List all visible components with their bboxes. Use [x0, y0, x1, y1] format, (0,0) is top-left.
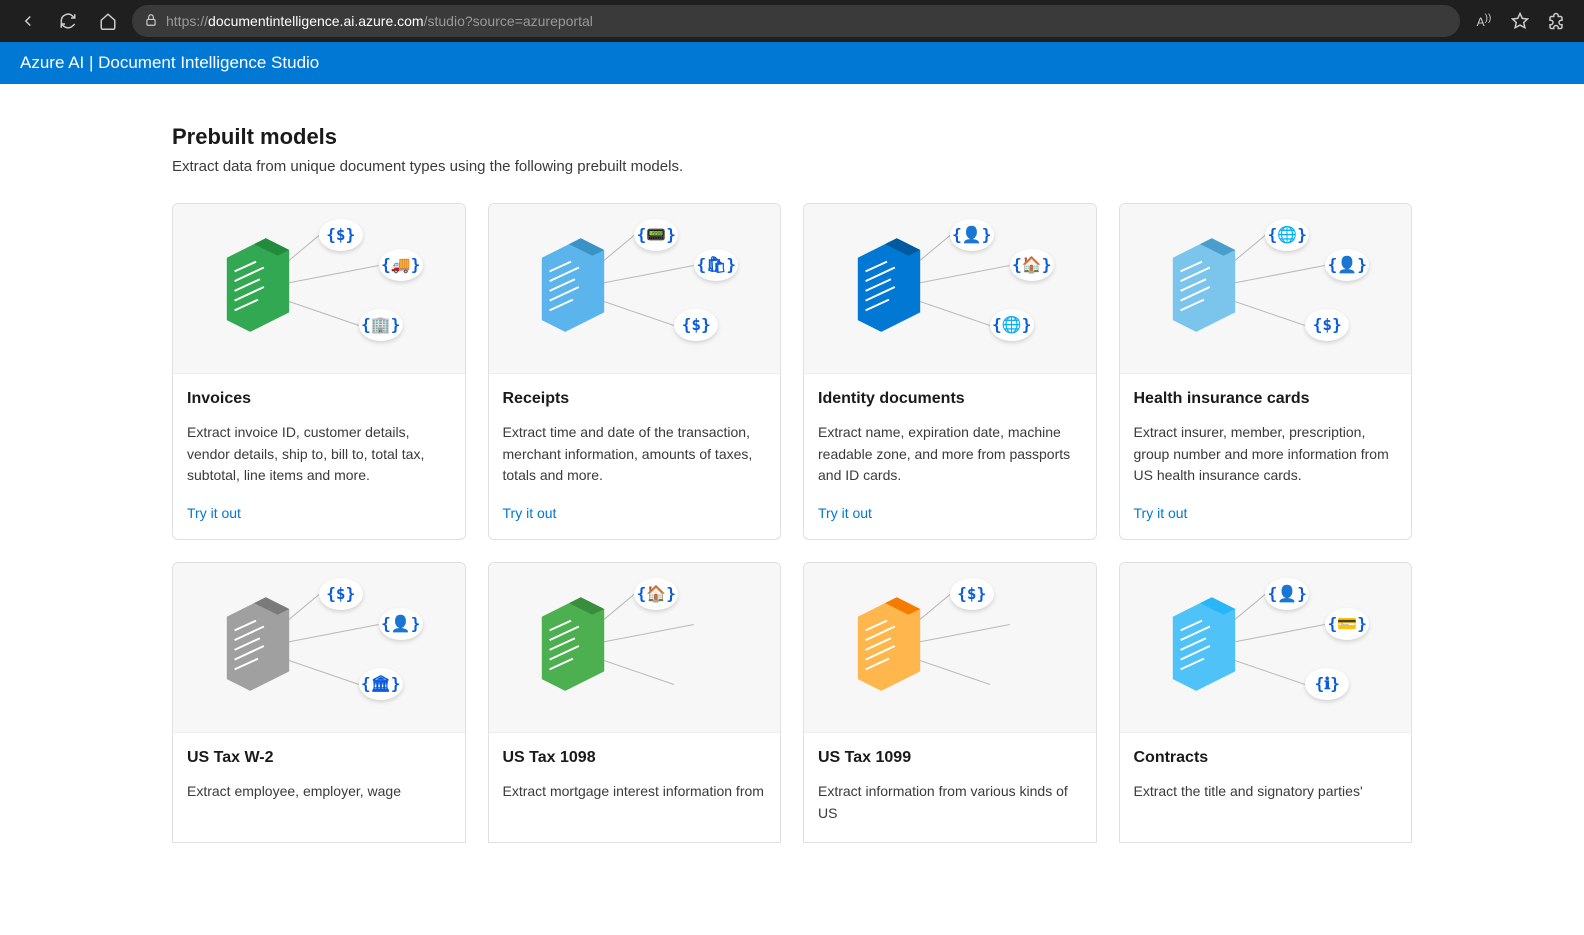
card-title: US Tax 1098 [503, 749, 767, 767]
extraction-bubble-icon: {$} [674, 309, 718, 341]
extraction-bubble-icon: {👤} [950, 219, 994, 251]
card-title: Contracts [1134, 749, 1398, 767]
extraction-bubble-icon: {📟} [634, 219, 678, 251]
card-description: Extract mortgage interest information fr… [503, 781, 767, 824]
model-card[interactable]: {👤} {🏠} {🌐} Identity documents Extract nam… [803, 203, 1097, 540]
card-grid: {$} {🚚} {🏢} Invoices Extract invoice ID, c… [172, 203, 1412, 843]
extraction-bubble-icon: {🏠} [1010, 249, 1054, 281]
document-icon [850, 237, 928, 337]
document-icon [219, 237, 297, 337]
model-card[interactable]: {👤} {💳} {ℹ} Contracts Extract the title an… [1119, 562, 1413, 843]
browser-chrome: https://documentintelligence.ai.azure.co… [0, 0, 1584, 42]
card-title: US Tax 1099 [818, 749, 1082, 767]
model-card[interactable]: {📟} {🛍} {$} Receipts Extract time and date… [488, 203, 782, 540]
document-icon [534, 596, 612, 696]
extraction-bubble-icon: {💳} [1325, 608, 1369, 640]
section-title: Prebuilt models [172, 124, 1412, 150]
card-title: Identity documents [818, 390, 1082, 408]
back-button[interactable] [12, 5, 44, 37]
card-illustration-icon: {👤} {🏠} {🌐} [840, 219, 1060, 359]
extraction-bubble-icon: {$} [950, 578, 994, 610]
favorite-button[interactable] [1504, 5, 1536, 37]
model-card[interactable]: {$} {👤} {🏛} US Tax W-2 Extract employee, e… [172, 562, 466, 843]
extraction-bubble-icon: {🌐} [990, 309, 1034, 341]
try-it-out-link[interactable]: Try it out [503, 505, 767, 521]
extraction-bubble-icon: {ℹ} [1305, 668, 1349, 700]
model-card[interactable]: {$} US Tax 1099 Extract information from… [803, 562, 1097, 843]
card-description: Extract time and date of the transaction… [503, 422, 767, 487]
extraction-bubble-icon: {🛍} [694, 249, 738, 281]
model-card[interactable]: {🌐} {👤} {$} Health insurance cards Extract… [1119, 203, 1413, 540]
extraction-bubble-icon: {$} [1305, 309, 1349, 341]
extraction-bubble-icon: {🚚} [379, 249, 423, 281]
extensions-button[interactable] [1540, 5, 1572, 37]
card-illustration-area: {🌐} {👤} {$} [1120, 204, 1412, 374]
card-title: Invoices [187, 390, 451, 408]
card-body: US Tax 1099 Extract information from var… [804, 733, 1096, 842]
extraction-bubble-icon: {🌐} [1265, 219, 1309, 251]
url-bar[interactable]: https://documentintelligence.ai.azure.co… [132, 5, 1460, 37]
card-body: US Tax W-2 Extract employee, employer, w… [173, 733, 465, 842]
extraction-bubble-icon: {🏢} [359, 309, 403, 341]
model-card[interactable]: {$} {🚚} {🏢} Invoices Extract invoice ID, c… [172, 203, 466, 540]
model-card[interactable]: {🏠} US Tax 1098 Extract mortgage interes… [488, 562, 782, 843]
card-illustration-area: {📟} {🛍} {$} [489, 204, 781, 374]
card-illustration-area: {$} {👤} {🏛} [173, 563, 465, 733]
extraction-bubble-icon: {👤} [1265, 578, 1309, 610]
card-description: Extract insurer, member, prescription, g… [1134, 422, 1398, 487]
document-icon [534, 237, 612, 337]
main-content: Prebuilt models Extract data from unique… [172, 84, 1412, 843]
card-body: Identity documents Extract name, expirat… [804, 374, 1096, 539]
lock-icon [144, 13, 158, 30]
extraction-bubble-icon: {🏛} [359, 668, 403, 700]
app-header: Azure AI | Document Intelligence Studio [0, 42, 1584, 84]
extraction-bubble-icon: {$} [319, 219, 363, 251]
try-it-out-link[interactable]: Try it out [818, 505, 1082, 521]
card-illustration-icon: {$} {👤} {🏛} [209, 578, 429, 718]
card-body: Contracts Extract the title and signator… [1120, 733, 1412, 842]
card-illustration-icon: {👤} {💳} {ℹ} [1155, 578, 1375, 718]
card-description: Extract information from various kinds o… [818, 781, 1082, 824]
extraction-bubble-icon: {🏠} [634, 578, 678, 610]
try-it-out-link[interactable]: Try it out [187, 505, 451, 521]
document-icon [850, 596, 928, 696]
card-illustration-area: {👤} {🏠} {🌐} [804, 204, 1096, 374]
extraction-bubble-icon: {👤} [1325, 249, 1369, 281]
url-text: https://documentintelligence.ai.azure.co… [166, 13, 1448, 29]
card-illustration-area: {👤} {💳} {ℹ} [1120, 563, 1412, 733]
app-title: Azure AI | Document Intelligence Studio [20, 53, 319, 72]
card-illustration-icon: {📟} {🛍} {$} [524, 219, 744, 359]
card-illustration-icon: {🌐} {👤} {$} [1155, 219, 1375, 359]
card-title: US Tax W-2 [187, 749, 451, 767]
card-description: Extract invoice ID, customer details, ve… [187, 422, 451, 487]
section-subtitle: Extract data from unique document types … [172, 158, 1412, 175]
card-description: Extract the title and signatory parties' [1134, 781, 1398, 824]
home-button[interactable] [92, 5, 124, 37]
card-body: Invoices Extract invoice ID, customer de… [173, 374, 465, 539]
card-body: Receipts Extract time and date of the tr… [489, 374, 781, 539]
refresh-button[interactable] [52, 5, 84, 37]
try-it-out-link[interactable]: Try it out [1134, 505, 1398, 521]
card-illustration-icon: {$} {🚚} {🏢} [209, 219, 429, 359]
document-icon [219, 596, 297, 696]
card-body: Health insurance cards Extract insurer, … [1120, 374, 1412, 539]
card-illustration-icon: {🏠} [524, 578, 744, 718]
card-illustration-area: {$} {🚚} {🏢} [173, 204, 465, 374]
read-aloud-button[interactable]: A)) [1468, 5, 1500, 37]
card-description: Extract employee, employer, wage [187, 781, 451, 824]
extraction-bubble-icon: {👤} [379, 608, 423, 640]
card-title: Receipts [503, 390, 767, 408]
card-illustration-area: {$} [804, 563, 1096, 733]
card-body: US Tax 1098 Extract mortgage interest in… [489, 733, 781, 842]
card-title: Health insurance cards [1134, 390, 1398, 408]
card-illustration-icon: {$} [840, 578, 1060, 718]
extraction-bubble-icon: {$} [319, 578, 363, 610]
document-icon [1165, 237, 1243, 337]
document-icon [1165, 596, 1243, 696]
card-illustration-area: {🏠} [489, 563, 781, 733]
card-description: Extract name, expiration date, machine r… [818, 422, 1082, 487]
